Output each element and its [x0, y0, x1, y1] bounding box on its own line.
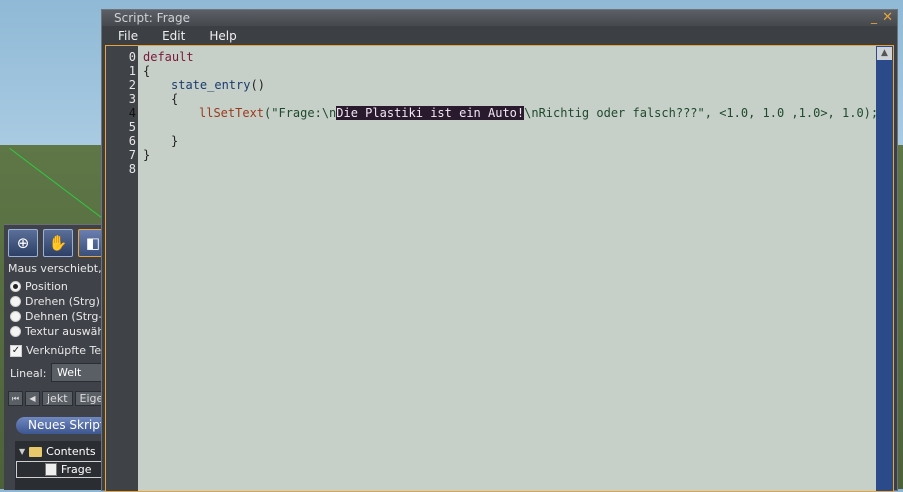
tree-item-script[interactable]: Frage	[45, 463, 92, 476]
code-line-0: default	[143, 50, 194, 64]
line-number-current: 4	[128, 106, 136, 120]
code-line-3: {	[171, 92, 178, 106]
radio-position[interactable]	[10, 281, 21, 292]
line-number: 1	[128, 64, 136, 78]
tool-buttons: ⊕ ✋ ◧	[8, 229, 108, 257]
radio-stretch[interactable]	[10, 311, 21, 322]
option-label: Position	[25, 280, 68, 293]
tool-hint-text: Maus verschiebt, U	[8, 262, 114, 275]
tree-folder-contents[interactable]: ▼ Contents	[19, 445, 96, 458]
line-number: 5	[128, 120, 136, 134]
option-rotate[interactable]: Drehen (Strg)	[10, 295, 100, 308]
expand-arrow-icon[interactable]: ▼	[19, 447, 25, 456]
menu-bar: File Edit Help	[102, 26, 897, 46]
option-label: Textur auswähl	[25, 325, 108, 338]
code-text-area[interactable]: default { state_entry() { llSetText("Fra…	[138, 46, 878, 491]
tab-object[interactable]: jekt	[42, 391, 73, 406]
code-line-1: {	[143, 64, 150, 78]
code-string: ("Frage:\n	[264, 106, 337, 120]
code-text: }	[143, 148, 151, 162]
script-item-label: Frage	[61, 463, 92, 476]
zoom-icon: ⊕	[16, 234, 30, 252]
line-number: 6	[128, 134, 136, 148]
code-event: state_entry	[171, 78, 251, 92]
tab-first-arrow-icon[interactable]: ⏮	[8, 391, 23, 406]
option-position[interactable]: Position	[10, 280, 68, 293]
menu-edit[interactable]: Edit	[154, 26, 193, 46]
linked-parts-checkbox[interactable]: ✓	[10, 344, 22, 357]
code-keyword: default	[143, 50, 194, 64]
option-texture[interactable]: Textur auswähl	[10, 325, 107, 338]
menu-file[interactable]: File	[110, 26, 146, 46]
code-string: \nRichtig oder falsch???", <1.0, 1.0 ,1.…	[524, 106, 879, 120]
grab-hand-icon: ✋	[48, 234, 68, 252]
vertical-scrollbar[interactable]: ▲	[876, 46, 893, 491]
inventory-tree: ▼ Contents Frage	[15, 441, 108, 490]
minimize-icon[interactable]: _	[871, 10, 877, 24]
scroll-up-arrow-icon[interactable]: ▲	[877, 47, 892, 60]
script-icon	[45, 463, 57, 476]
grab-tool-button[interactable]: ✋	[43, 229, 73, 257]
option-label: Verknüpfte Teil	[26, 344, 108, 357]
script-editor-window: Script: Frage _ ✕ File Edit Help 0 1 2 3…	[101, 9, 898, 492]
code-line-2: state_entry()	[171, 78, 265, 92]
line-number: 7	[128, 148, 136, 162]
line-number: 3	[128, 92, 136, 106]
code-line-4: llSetText("Frage:\nDie Plastiki ist ein …	[199, 106, 878, 120]
option-linked-parts[interactable]: ✓ Verknüpfte Teil	[10, 344, 107, 357]
option-label: Dehnen (Strg-U	[25, 310, 111, 323]
radio-texture[interactable]	[10, 326, 21, 337]
code-function: llSetText	[199, 106, 265, 120]
window-title-bar[interactable]: Script: Frage _ ✕	[102, 10, 897, 26]
folder-icon	[29, 446, 43, 457]
option-stretch[interactable]: Dehnen (Strg-U	[10, 310, 110, 323]
line-number: 8	[128, 162, 136, 176]
code-text: {	[143, 64, 151, 78]
code-text: {	[171, 92, 179, 106]
ruler-label: Lineal:	[10, 367, 47, 380]
build-tools-panel: ⊕ ✋ ◧ Maus verschiebt, U Position Drehen…	[4, 224, 121, 490]
line-number: 0	[128, 50, 136, 64]
option-label: Drehen (Strg)	[25, 295, 100, 308]
zoom-tool-button[interactable]: ⊕	[8, 229, 38, 257]
line-number-gutter: 0 1 2 3 4 5 6 7 8	[106, 46, 138, 491]
menu-help[interactable]: Help	[201, 26, 244, 46]
edit-icon: ◧	[85, 234, 101, 252]
tab-prev-arrow-icon[interactable]: ◀	[25, 391, 40, 406]
code-line-6: }	[171, 134, 178, 148]
folder-label: Contents	[46, 445, 96, 458]
code-editor[interactable]: 0 1 2 3 4 5 6 7 8 default { state_entry(…	[105, 45, 894, 492]
close-icon[interactable]: ✕	[882, 10, 893, 25]
radio-rotate[interactable]	[10, 296, 21, 307]
code-text: }	[171, 134, 179, 148]
window-title: Script: Frage	[114, 11, 190, 25]
line-number: 2	[128, 78, 136, 92]
code-text: ()	[250, 78, 265, 92]
code-selection: Die Plastiki ist ein Auto!	[336, 106, 525, 120]
code-line-7: }	[143, 148, 150, 162]
